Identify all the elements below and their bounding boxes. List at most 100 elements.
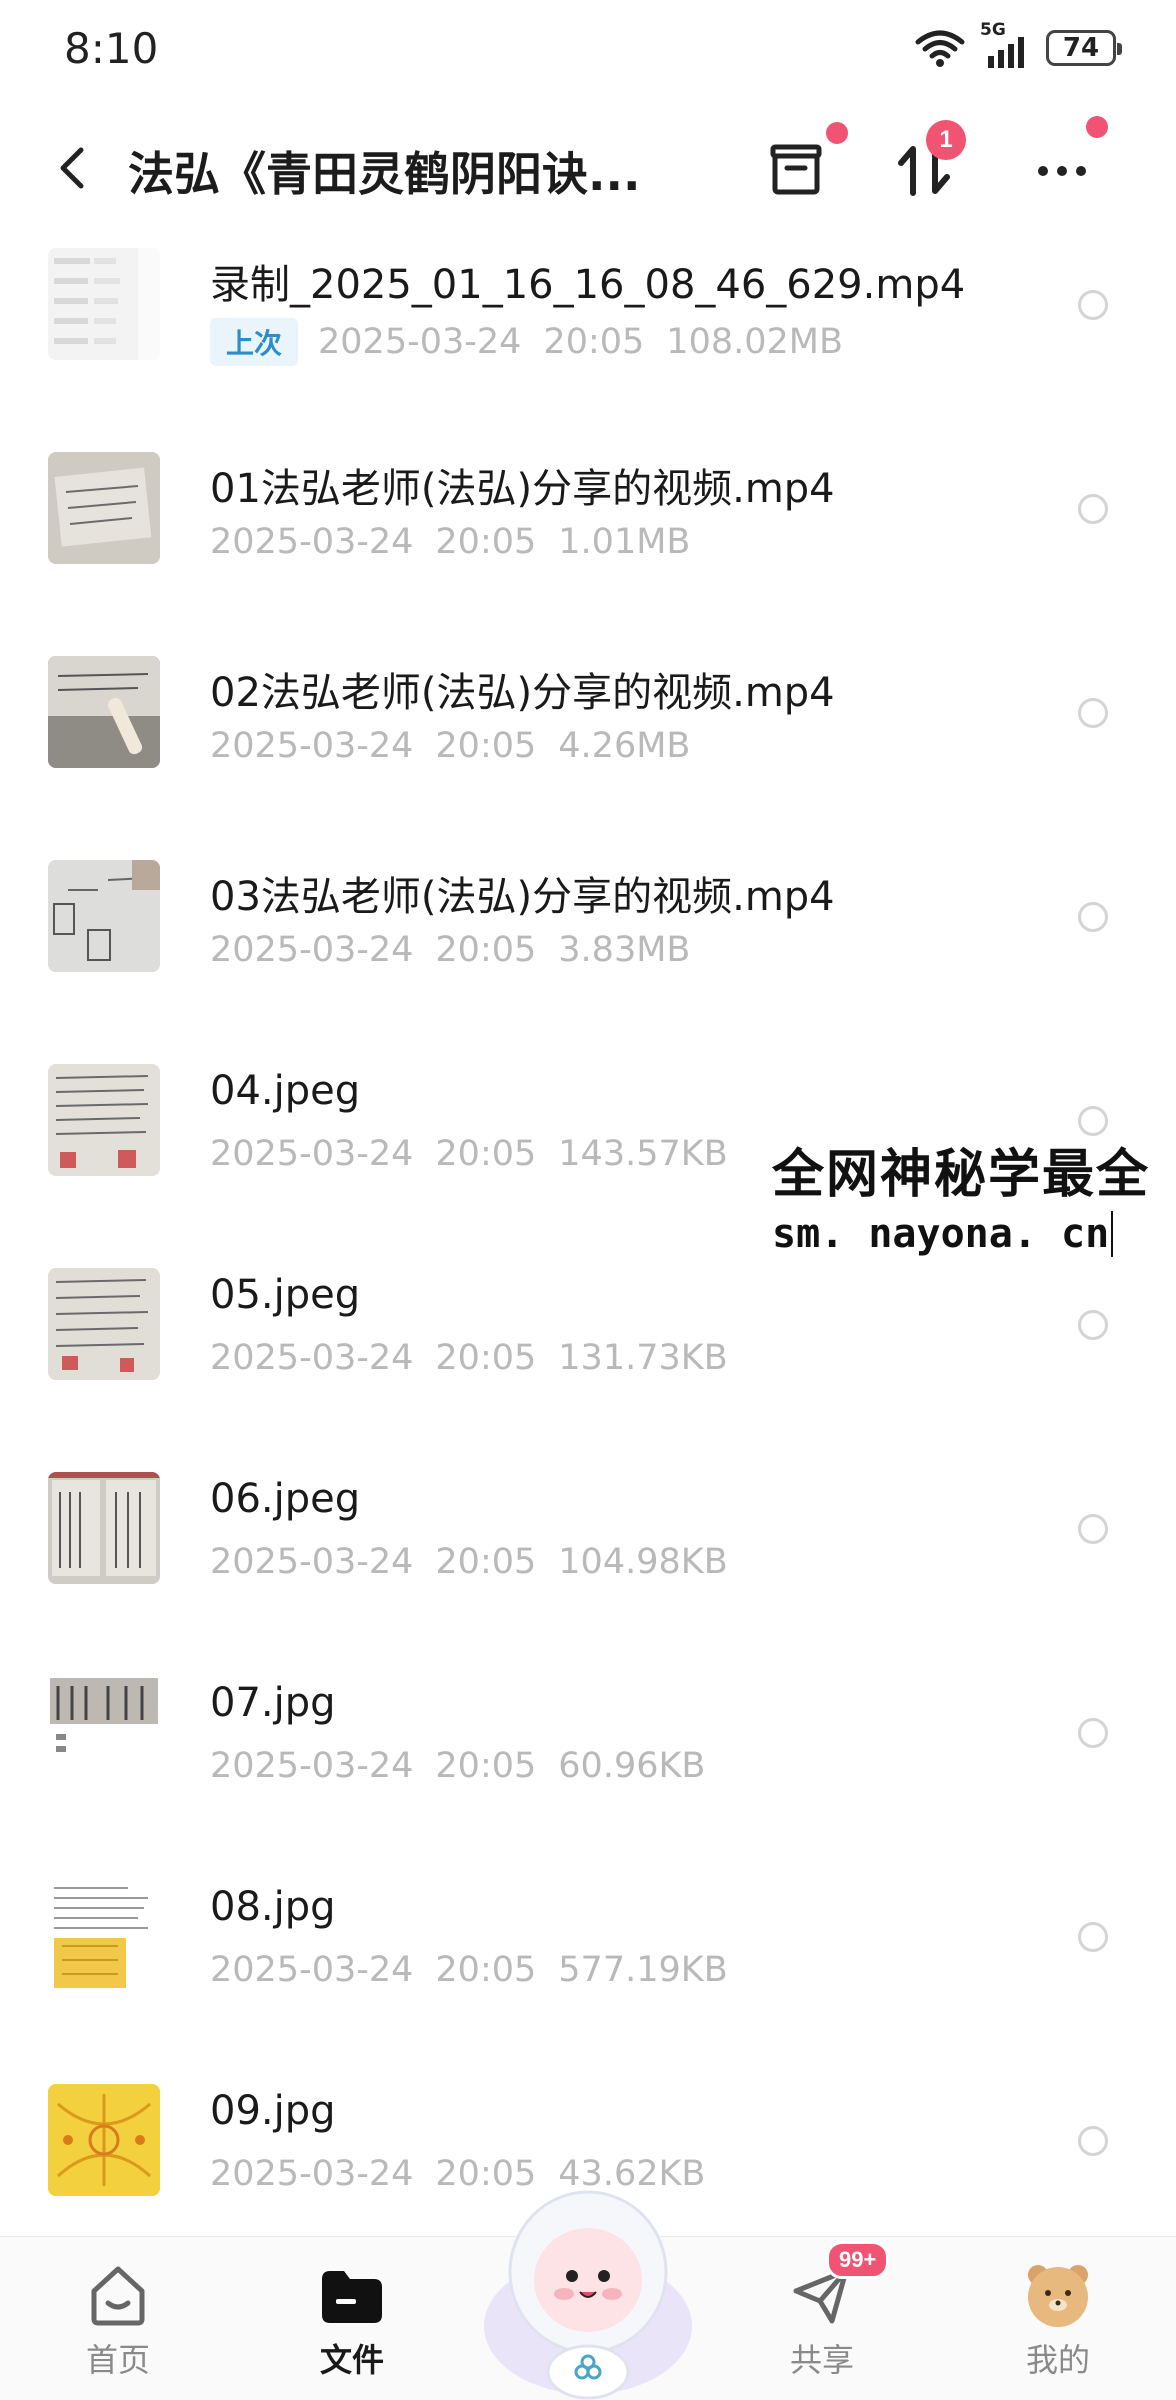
last-opened-badge: 上次 [210,318,299,366]
file-time: 20:05 [435,1746,537,1786]
file-size: 108.02MB [666,322,843,362]
select-radio[interactable] [1078,290,1108,320]
file-name: 04.jpeg [210,1068,361,1114]
battery-level: 74 [1062,33,1100,63]
select-radio[interactable] [1078,2126,1108,2156]
file-time: 20:05 [543,322,645,362]
watermark: 全网神秘学最全 sm. nayona. cn [772,1132,1150,1257]
file-name: 07.jpg [210,1680,336,1726]
file-thumbnail [48,248,160,360]
file-name: 08.jpg [210,1884,336,1930]
file-date: 2025-03-24 [318,322,522,362]
file-size: 60.96KB [558,1746,706,1786]
archive-button[interactable] [756,122,848,210]
select-radio[interactable] [1078,902,1108,932]
file-date: 2025-03-24 [210,1542,414,1582]
file-thumbnail [48,2084,160,2196]
file-time: 20:05 [435,1338,537,1378]
nav-home[interactable]: 首页 [38,2237,198,2400]
file-meta: 2025-03-24 20:05 104.98KB [210,1542,728,1582]
nav-label: 我的 [1025,2341,1090,2379]
list-item[interactable]: 录制_2025_01_16_16_08_46_629.mp4 上次 2025-0… [0,230,1176,434]
nav-label: 文件 [319,2341,384,2379]
file-meta: 2025-03-24 20:05 60.96KB [210,1746,705,1786]
select-radio[interactable] [1078,698,1108,728]
file-date: 2025-03-24 [210,930,414,970]
share-send-icon: 99+ [786,2241,890,2331]
file-meta: 2025-03-24 20:05 577.19KB [210,1950,728,1990]
file-meta: 2025-03-24 20:05 131.73KB [210,1338,728,1378]
file-time: 20:05 [435,1950,537,1990]
file-size: 143.57KB [558,1134,728,1174]
select-radio[interactable] [1078,1514,1108,1544]
file-size: 3.83MB [558,930,691,970]
file-date: 2025-03-24 [210,726,414,766]
file-thumbnail [48,1268,160,1380]
mascot-button[interactable] [478,2176,698,2400]
battery-icon: 74 [1046,30,1122,66]
file-time: 20:05 [435,1134,537,1174]
list-item[interactable]: 08.jpg 2025-03-24 20:05 577.19KB [0,1862,1176,2066]
file-date: 2025-03-24 [210,1950,414,1990]
avatar-icon [1022,2259,1094,2331]
nav-files[interactable]: 文件 [272,2237,432,2400]
more-icon [1038,166,1086,176]
archive-icon [770,144,822,195]
file-size: 131.73KB [558,1338,728,1378]
file-meta: 2025-03-24 20:05 1.01MB [210,522,690,562]
transfer-badge: 1 [926,120,966,160]
back-button[interactable] [44,140,100,196]
folder-icon [316,2259,388,2331]
file-meta: 上次 2025-03-24 20:05 108.02MB [210,318,843,366]
file-time: 20:05 [435,930,537,970]
select-radio[interactable] [1078,1922,1108,1952]
file-thumbnail [48,1064,160,1176]
file-date: 2025-03-24 [210,1746,414,1786]
list-item[interactable]: 02法弘老师(法弘)分享的视频.mp4 2025-03-24 20:05 4.2… [0,638,1176,842]
list-item[interactable]: 01法弘老师(法弘)分享的视频.mp4 2025-03-24 20:05 1.0… [0,434,1176,638]
nav-profile[interactable]: 我的 [978,2237,1138,2400]
file-thumbnail [48,452,160,564]
watermark-url: sm. nayona. cn [772,1211,1114,1257]
status-bar: 8:10 5G 74 [0,0,1176,100]
nav-share[interactable]: 99+ 共享 [742,2237,902,2400]
file-date: 2025-03-24 [210,2154,414,2194]
file-name: 03法弘老师(法弘)分享的视频.mp4 [210,874,835,920]
file-date: 2025-03-24 [210,1134,414,1174]
file-thumbnail [48,1676,160,1788]
file-thumbnail [48,860,160,972]
file-name: 06.jpeg [210,1476,361,1522]
list-item[interactable]: 03法弘老师(法弘)分享的视频.mp4 2025-03-24 20:05 3.8… [0,842,1176,1046]
file-size: 4.26MB [558,726,691,766]
status-icons: 5G 74 [914,20,1122,70]
file-meta: 2025-03-24 20:05 3.83MB [210,930,690,970]
more-button[interactable] [1022,116,1108,210]
list-item[interactable]: 05.jpeg 2025-03-24 20:05 131.73KB [0,1250,1176,1454]
file-name: 05.jpeg [210,1272,361,1318]
select-radio[interactable] [1078,1310,1108,1340]
wifi-icon [915,30,965,67]
select-radio[interactable] [1078,1718,1108,1748]
select-radio[interactable] [1078,494,1108,524]
file-name: 录制_2025_01_16_16_08_46_629.mp4 [210,262,966,308]
list-item[interactable]: 06.jpeg 2025-03-24 20:05 104.98KB [0,1454,1176,1658]
page-title: 法弘《青田灵鹤阴阳诀... [128,147,641,201]
file-meta: 2025-03-24 20:05 4.26MB [210,726,690,766]
signal-icon [988,37,1024,68]
signal-indicator: 5G [980,20,1032,70]
nav-label: 共享 [789,2341,854,2379]
share-badge: 99+ [826,2241,890,2279]
status-time: 8:10 [64,24,159,73]
file-date: 2025-03-24 [210,1338,414,1378]
file-meta: 2025-03-24 20:05 143.57KB [210,1134,728,1174]
file-size: 1.01MB [558,522,691,562]
file-name: 09.jpg [210,2088,336,2134]
file-thumbnail [48,656,160,768]
file-name: 02法弘老师(法弘)分享的视频.mp4 [210,670,835,716]
list-item[interactable]: 07.jpg 2025-03-24 20:05 60.96KB [0,1658,1176,1862]
file-thumbnail [48,1472,160,1584]
file-date: 2025-03-24 [210,522,414,562]
transfer-button[interactable]: 1 [884,120,966,210]
file-time: 20:05 [435,1542,537,1582]
chevron-left-icon [60,147,84,189]
